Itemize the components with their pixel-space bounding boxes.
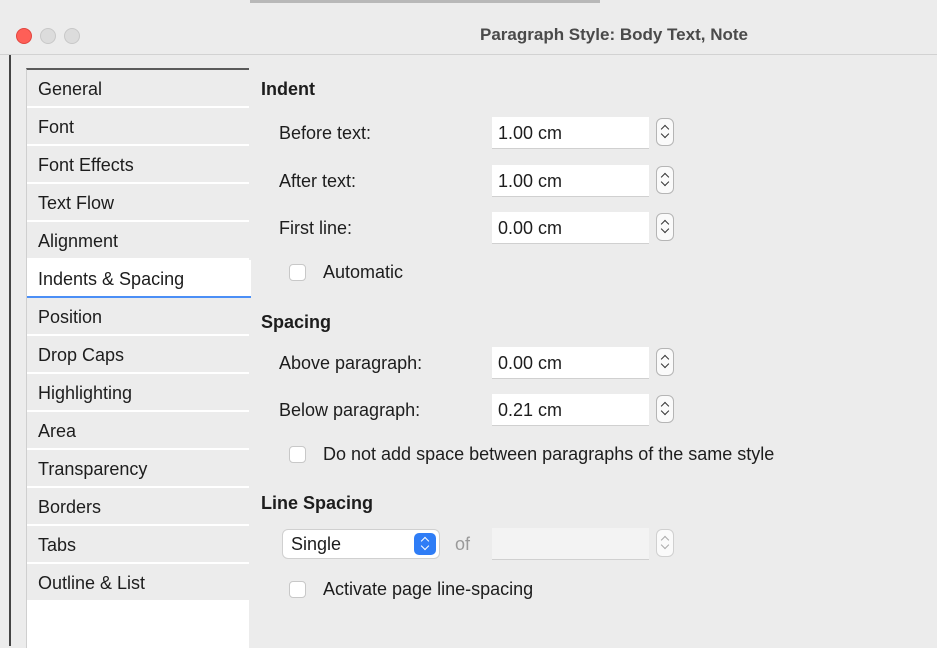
- tab-transparency[interactable]: Transparency: [27, 450, 249, 488]
- title-bar: Paragraph Style: Body Text, Note: [0, 0, 937, 55]
- close-window-icon[interactable]: [16, 28, 32, 44]
- window-top-strip: [250, 0, 600, 3]
- tab-general[interactable]: General: [27, 70, 249, 108]
- tab-borders[interactable]: Borders: [27, 488, 249, 526]
- tab-tabs[interactable]: Tabs: [27, 526, 249, 564]
- indent-heading: Indent: [261, 79, 315, 99]
- select-arrows-icon: [414, 533, 436, 555]
- line-spacing-heading: Line Spacing: [261, 493, 374, 513]
- first-line-field[interactable]: 0.00 cm: [492, 212, 649, 244]
- spacing-heading: Spacing: [261, 312, 332, 332]
- first-line-label: First line:: [279, 218, 353, 238]
- no-space-same-style-checkbox[interactable]: [289, 446, 306, 463]
- line-spacing-select-value: Single: [291, 534, 342, 554]
- before-text-field[interactable]: 1.00 cm: [492, 117, 649, 149]
- below-paragraph-spinner-icon[interactable]: [656, 395, 674, 423]
- tab-highlighting[interactable]: Highlighting: [27, 374, 249, 412]
- activate-page-line-spacing-checkbox[interactable]: [289, 581, 306, 598]
- line-spacing-spinner-icon[interactable]: [656, 529, 674, 557]
- tab-position[interactable]: Position: [27, 298, 249, 336]
- line-spacing-select[interactable]: Single: [282, 529, 440, 559]
- first-line-spinner-icon[interactable]: [656, 213, 674, 241]
- tab-area[interactable]: Area: [27, 412, 249, 450]
- tab-alignment[interactable]: Alignment: [27, 222, 249, 260]
- no-space-same-style-label: Do not add space between paragraphs of t…: [323, 444, 775, 464]
- zoom-window-icon[interactable]: [64, 28, 80, 44]
- automatic-label: Automatic: [323, 262, 404, 282]
- tab-drop-caps[interactable]: Drop Caps: [27, 336, 249, 374]
- tab-text-flow[interactable]: Text Flow: [27, 184, 249, 222]
- after-text-label: After text:: [279, 171, 357, 191]
- line-spacing-value-field[interactable]: [492, 528, 649, 560]
- of-label: of: [455, 534, 471, 554]
- automatic-checkbox[interactable]: [289, 264, 306, 281]
- above-paragraph-label: Above paragraph:: [279, 353, 423, 373]
- after-text-field[interactable]: 1.00 cm: [492, 165, 649, 197]
- minimize-window-icon[interactable]: [40, 28, 56, 44]
- tab-indents-spacing[interactable]: Indents & Spacing: [27, 260, 251, 298]
- below-paragraph-field[interactable]: 0.21 cm: [492, 394, 649, 426]
- tab-outline-list[interactable]: Outline & List: [27, 564, 249, 602]
- activate-page-line-spacing-label: Activate page line-spacing: [323, 579, 534, 599]
- window-left-divider: [9, 55, 11, 646]
- tab-font-effects[interactable]: Font Effects: [27, 146, 249, 184]
- above-paragraph-spinner-icon[interactable]: [656, 348, 674, 376]
- before-text-label: Before text:: [279, 123, 372, 143]
- before-text-spinner-icon[interactable]: [656, 118, 674, 146]
- below-paragraph-label: Below paragraph:: [279, 400, 421, 420]
- above-paragraph-field[interactable]: 0.00 cm: [492, 347, 649, 379]
- after-text-spinner-icon[interactable]: [656, 166, 674, 194]
- window-title: Paragraph Style: Body Text, Note: [480, 25, 748, 44]
- category-sidebar: General Font Font Effects Text Flow Alig…: [26, 68, 251, 648]
- tab-font[interactable]: Font: [27, 108, 249, 146]
